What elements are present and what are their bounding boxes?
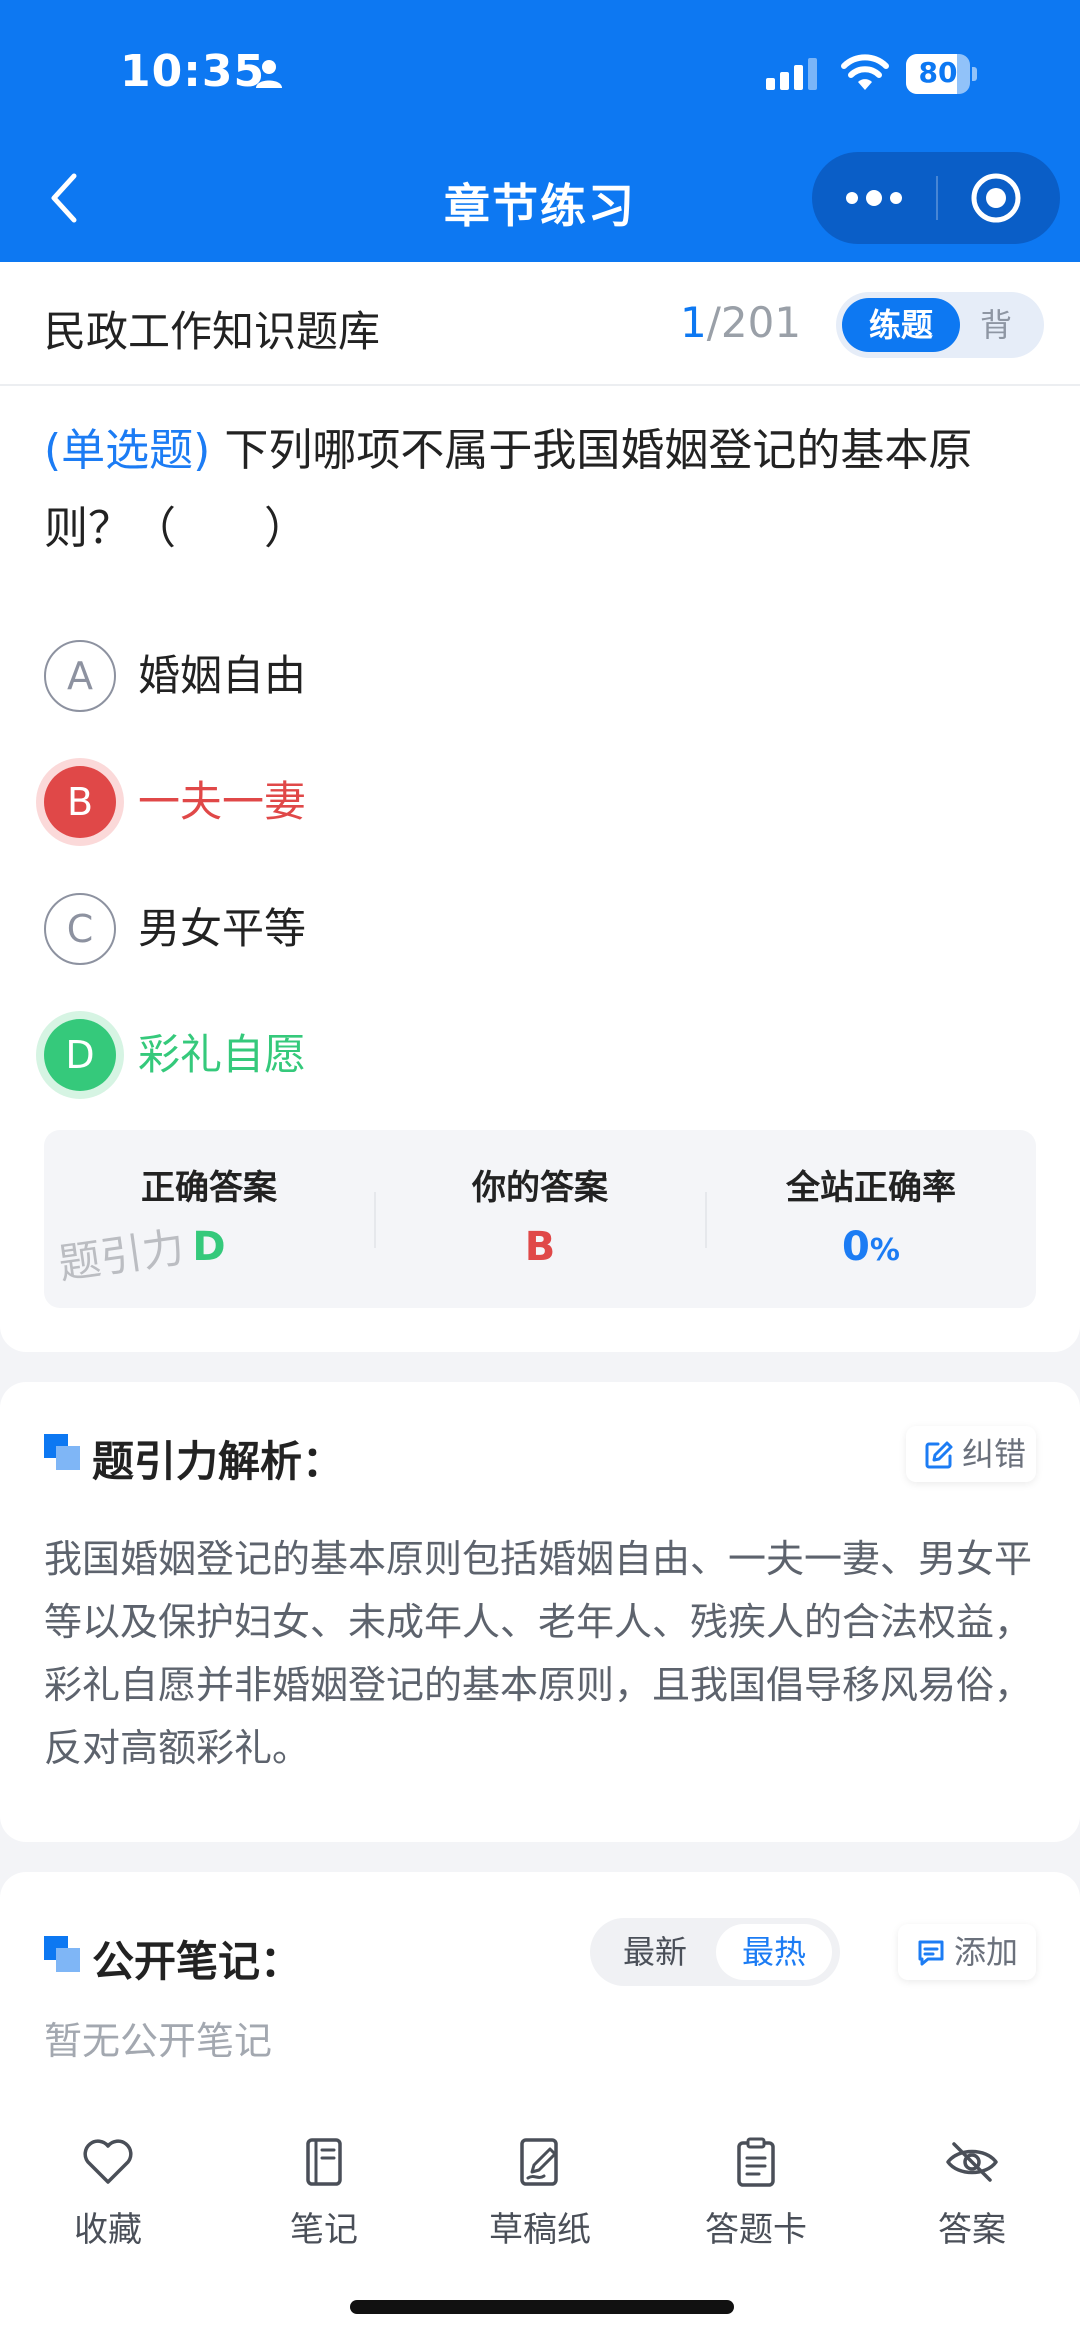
option-letter: D xyxy=(44,1019,116,1091)
memorize-mode-tab[interactable]: 背 xyxy=(980,292,1012,358)
accuracy-block: 全站正确率 0% xyxy=(706,1130,1036,1308)
comment-icon xyxy=(918,1940,944,1966)
option-d[interactable]: D 彩礼自愿 xyxy=(44,1015,944,1095)
report-error-label: 纠错 xyxy=(962,1435,1027,1473)
show-answer-button[interactable]: 答案 xyxy=(864,2134,1080,2264)
analysis-card: 题引力解析： 纠错 我国婚姻登记的基本原则包括婚姻自由、一夫一妻、男女平等以及保… xyxy=(0,1382,1080,1842)
option-text: 婚姻自由 xyxy=(138,651,307,700)
notes-label: 笔记 xyxy=(290,2210,358,2250)
notes-button[interactable]: 笔记 xyxy=(216,2134,432,2264)
your-answer-label: 你的答案 xyxy=(472,1168,608,1208)
heart-icon xyxy=(83,2139,133,2184)
option-text: 彩礼自愿 xyxy=(138,1030,307,1079)
draft-paper-icon xyxy=(520,2138,558,2186)
accuracy-label: 全站正确率 xyxy=(786,1168,956,1208)
answer-sheet-label: 答题卡 xyxy=(705,2210,807,2250)
option-a[interactable]: A 婚姻自由 xyxy=(44,636,944,716)
clipboard-icon xyxy=(737,2137,775,2187)
show-answer-label: 答案 xyxy=(938,2210,1006,2250)
status-time: 10:35 xyxy=(120,46,266,97)
section-square-icon xyxy=(44,1936,82,1974)
battery-level-text: 80 xyxy=(918,56,958,89)
correct-answer-block: 正确答案 D 题引力 xyxy=(44,1130,374,1308)
option-text: 男女平等 xyxy=(138,904,307,953)
report-error-button[interactable]: 纠错 xyxy=(906,1426,1036,1482)
accuracy-value: 0% xyxy=(706,1224,1036,1270)
accuracy-unit: % xyxy=(869,1233,900,1268)
section-square-icon xyxy=(44,1434,82,1472)
eye-off-icon xyxy=(946,2142,998,2182)
sort-latest-tab[interactable]: 最新 xyxy=(600,1918,710,1986)
battery-indicator: 80 xyxy=(906,54,978,94)
answer-sheet-button[interactable]: 答题卡 xyxy=(648,2134,864,2264)
notes-title: 公开笔记： xyxy=(92,1937,303,1986)
app-header: 10:35 80 章节练习 xyxy=(0,0,1080,262)
analysis-text: 我国婚姻登记的基本原则包括婚姻自由、一夫一妻、男女平等以及保护妇女、未成年人、老… xyxy=(44,1537,1033,1770)
mode-toggle: 练题 背 xyxy=(836,292,1044,358)
more-dots-icon[interactable] xyxy=(842,176,906,220)
answer-result-panel: 正确答案 D 题引力 你的答案 B 全站正确率 0% xyxy=(44,1130,1036,1308)
current-question-number: 1 xyxy=(680,298,707,347)
home-indicator xyxy=(350,2300,734,2314)
bank-name: 民政工作知识题库 xyxy=(44,307,381,356)
question-type: (单选题) xyxy=(44,425,211,476)
option-letter: A xyxy=(44,640,116,712)
your-answer-value: B xyxy=(524,1224,556,1270)
question-counter: 1/201 xyxy=(680,298,801,347)
option-letter: C xyxy=(44,893,116,965)
status-bar: 10:35 80 xyxy=(0,0,1080,150)
total-questions: /201 xyxy=(706,298,802,347)
wifi-icon xyxy=(841,54,889,90)
option-b[interactable]: B 一夫一妻 xyxy=(44,762,944,842)
your-answer-block: 你的答案 B xyxy=(375,1130,705,1308)
edit-icon xyxy=(925,1441,953,1469)
target-icon[interactable] xyxy=(970,172,1022,224)
favorite-label: 收藏 xyxy=(74,2210,142,2250)
empty-notes-text: 暂无公开笔记 xyxy=(44,2019,273,2063)
question-stem: (单选题) 下列哪项不属于我国婚姻登记的基本原则？（ ） xyxy=(44,412,1044,568)
option-c[interactable]: C 男女平等 xyxy=(44,889,944,969)
question-bank-bar: 民政工作知识题库 1/201 练题 背 xyxy=(0,262,1080,386)
person-icon xyxy=(256,60,282,88)
notebook-icon xyxy=(306,2138,342,2186)
notes-sort-toggle: 最新 最热 xyxy=(590,1918,840,1986)
practice-mode-tab[interactable]: 练题 xyxy=(842,298,960,352)
add-note-label: 添加 xyxy=(954,1933,1019,1971)
option-text: 一夫一妻 xyxy=(138,777,307,826)
analysis-title: 题引力解析： xyxy=(92,1437,345,1486)
draft-paper-button[interactable]: 草稿纸 xyxy=(432,2134,648,2264)
option-letter: B xyxy=(44,766,116,838)
question-card: 民政工作知识题库 1/201 练题 背 (单选题) 下列哪项不属于我国婚姻登记的… xyxy=(0,262,1080,1352)
correct-answer-label: 正确答案 xyxy=(141,1168,277,1208)
cellular-signal-icon xyxy=(766,58,817,90)
public-notes-card: 公开笔记： 最新 最热 添加 暂无公开笔记 xyxy=(0,1872,1080,2112)
accuracy-number: 0 xyxy=(842,1224,870,1270)
add-note-button[interactable]: 添加 xyxy=(898,1924,1036,1980)
favorite-button[interactable]: 收藏 xyxy=(0,2134,216,2264)
draft-paper-label: 草稿纸 xyxy=(489,2210,591,2250)
miniapp-capsule xyxy=(812,152,1060,244)
sort-hot-tab[interactable]: 最热 xyxy=(716,1924,832,1980)
